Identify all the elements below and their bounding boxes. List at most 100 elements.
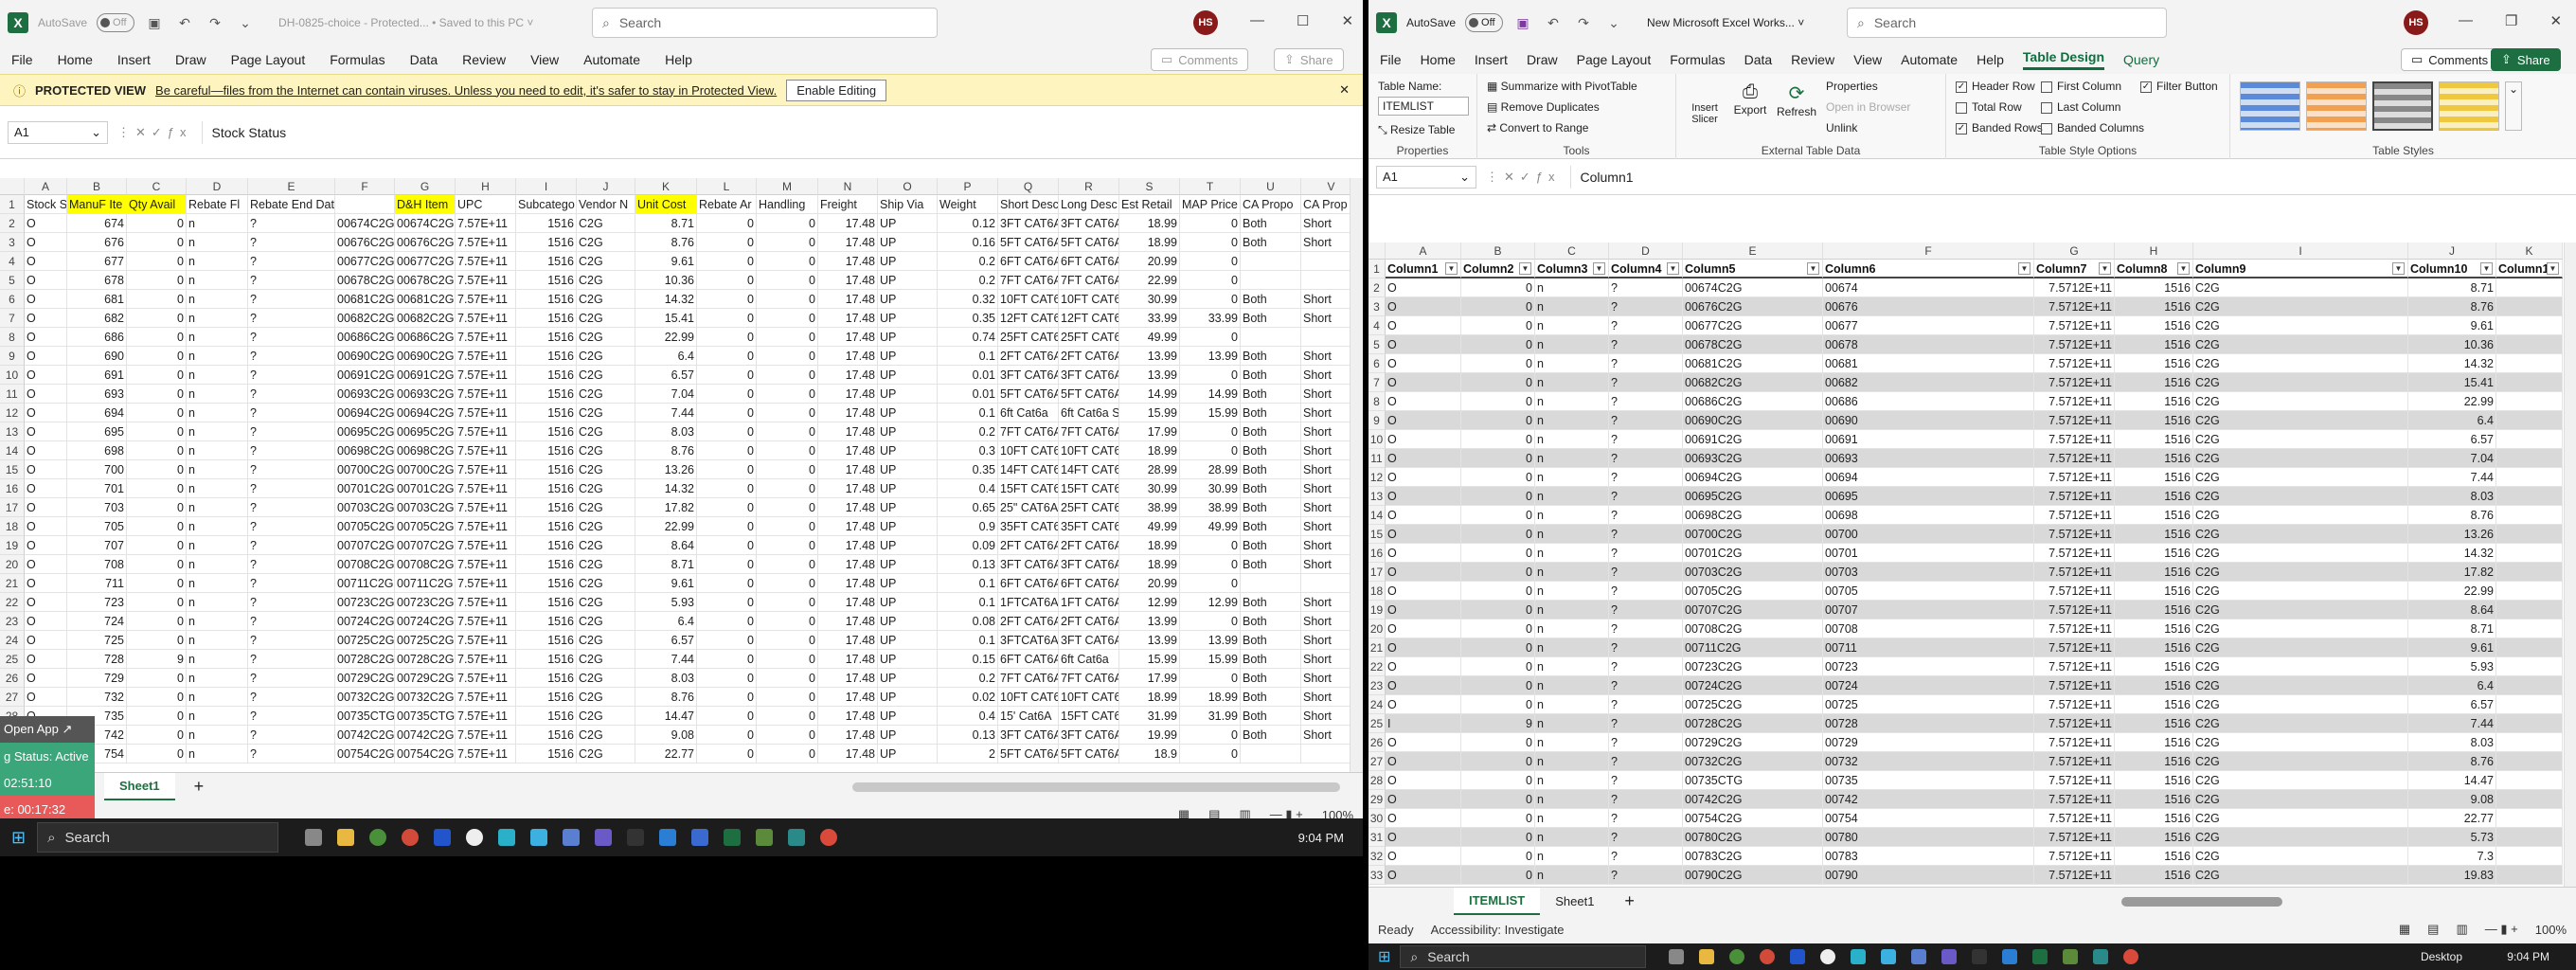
table-cell[interactable]: 0 bbox=[1461, 695, 1535, 714]
table-cell[interactable]: 701 bbox=[67, 479, 127, 498]
table-cell[interactable]: 15FT CAT6 bbox=[1059, 707, 1119, 726]
table-cell[interactable]: C2G bbox=[2193, 790, 2408, 809]
left-grid[interactable]: ABCDEFGHIJKLMNOPQRSTUV1Stock StatManuF I… bbox=[0, 178, 1350, 786]
table-cell[interactable]: O bbox=[1386, 525, 1461, 544]
table-cell[interactable]: 6.57 bbox=[635, 366, 697, 385]
column-header[interactable]: R bbox=[1059, 178, 1119, 195]
table-cell[interactable]: 00690 bbox=[1823, 411, 2034, 430]
table-cell[interactable]: 5.93 bbox=[635, 593, 697, 612]
table-cell[interactable]: 1516 bbox=[516, 214, 577, 233]
table-cell[interactable]: 1516 bbox=[2115, 657, 2193, 676]
table-cell[interactable]: 681 bbox=[67, 290, 127, 309]
table-cell[interactable]: 00703C2G bbox=[395, 498, 456, 517]
table-cell[interactable]: 17.48 bbox=[818, 612, 878, 631]
table-cell[interactable] bbox=[2496, 601, 2563, 620]
table-cell[interactable]: 8.76 bbox=[635, 233, 697, 252]
table-cell[interactable]: 0 bbox=[127, 479, 187, 498]
table-cell[interactable]: O bbox=[25, 271, 67, 290]
table-cell[interactable]: 00694C2G bbox=[395, 404, 456, 422]
table-cell[interactable]: 703 bbox=[67, 498, 127, 517]
row-header[interactable]: 13 bbox=[1368, 487, 1386, 506]
table-cell[interactable]: ? bbox=[248, 366, 335, 385]
table-cell[interactable]: 7.5712E+11 bbox=[2034, 316, 2115, 335]
menu-draw[interactable]: Draw bbox=[175, 52, 206, 67]
table-cell[interactable]: 0 bbox=[1180, 252, 1241, 271]
row-header[interactable]: 25 bbox=[0, 650, 25, 669]
table-cell[interactable]: 7FT CAT6A bbox=[998, 669, 1059, 688]
table-cell[interactable]: 00723C2G bbox=[395, 593, 456, 612]
column-header[interactable]: B bbox=[1461, 242, 1535, 260]
table-cell[interactable]: 711 bbox=[67, 574, 127, 593]
table-cell[interactable]: ? bbox=[248, 214, 335, 233]
table-cell[interactable] bbox=[2496, 487, 2563, 506]
table-cell[interactable]: 7.44 bbox=[635, 404, 697, 422]
table-cell[interactable]: 00686 bbox=[1823, 392, 2034, 411]
table-cell[interactable]: ? bbox=[1609, 790, 1683, 809]
table-cell[interactable]: 7.57E+11 bbox=[456, 612, 516, 631]
column-header[interactable]: A bbox=[25, 178, 67, 195]
table-cell[interactable]: n bbox=[1535, 676, 1609, 695]
sheet-tab-sheet1[interactable]: Sheet1 bbox=[1540, 888, 1609, 916]
table-cell[interactable]: n bbox=[187, 536, 248, 555]
table-cell[interactable]: C2G bbox=[577, 745, 635, 763]
table-cell[interactable]: UP bbox=[878, 385, 938, 404]
table-cell[interactable]: 18.99 bbox=[1119, 214, 1180, 233]
table-cell[interactable]: C2G bbox=[577, 271, 635, 290]
table-cell[interactable]: 0 bbox=[697, 441, 757, 460]
table-cell[interactable]: 0 bbox=[757, 669, 818, 688]
checkbox-icon[interactable]: ✓ bbox=[1956, 81, 1967, 93]
table-cell[interactable]: n bbox=[1535, 563, 1609, 582]
table-cell[interactable]: 00694C2G bbox=[1683, 468, 1823, 487]
right-grid[interactable]: A B C D E F G H I J K 1 Column1 ▼ Column2 ▼ Column3 ▼ Colu… bbox=[1368, 242, 2564, 887]
table-cell[interactable]: C2G bbox=[2193, 676, 2408, 695]
table-cell[interactable]: 7.57E+11 bbox=[456, 707, 516, 726]
table-cell[interactable]: 00676C2G bbox=[335, 233, 395, 252]
table-cell[interactable]: 14.32 bbox=[635, 479, 697, 498]
header-cell[interactable]: Rebate Fl bbox=[187, 195, 248, 214]
table-cell[interactable]: ? bbox=[248, 441, 335, 460]
filter-dropdown-icon[interactable]: ▼ bbox=[1807, 262, 1819, 275]
table-cell[interactable]: 13.99 bbox=[1180, 631, 1241, 650]
table-cell[interactable]: 00701C2G bbox=[1683, 544, 1823, 563]
table-cell[interactable]: 690 bbox=[67, 347, 127, 366]
style-swatch-yellow[interactable] bbox=[2439, 81, 2499, 131]
table-cell[interactable]: 1516 bbox=[2115, 335, 2193, 354]
table-cell[interactable]: 1516 bbox=[2115, 676, 2193, 695]
table-cell[interactable]: 8.76 bbox=[635, 441, 697, 460]
table-cell[interactable]: 1516 bbox=[2115, 487, 2193, 506]
table-cell[interactable]: UP bbox=[878, 252, 938, 271]
table-cell[interactable]: UP bbox=[878, 669, 938, 688]
table-cell[interactable] bbox=[2496, 316, 2563, 335]
menu-data[interactable]: Data bbox=[1744, 52, 1773, 67]
table-cell[interactable]: 00693 bbox=[1823, 449, 2034, 468]
table-cell[interactable]: O bbox=[25, 498, 67, 517]
row-header[interactable]: 28 bbox=[1368, 771, 1386, 790]
table-cell[interactable]: 0 bbox=[757, 271, 818, 290]
table-cell[interactable]: 0 bbox=[127, 726, 187, 745]
table-cell[interactable]: 00754C2G bbox=[335, 745, 395, 763]
table-cell[interactable]: 00707C2G bbox=[1683, 601, 1823, 620]
table-cell[interactable]: 15FT CAT6 bbox=[1059, 479, 1119, 498]
table-cell[interactable] bbox=[2496, 563, 2563, 582]
table-cell[interactable]: n bbox=[1535, 354, 1609, 373]
table-cell[interactable]: 8.71 bbox=[2408, 278, 2496, 297]
formula-input[interactable]: Stock Status bbox=[201, 120, 1363, 144]
table-cell[interactable]: 00676C2G bbox=[395, 233, 456, 252]
style-swatch-blue[interactable] bbox=[2240, 81, 2300, 131]
table-cell[interactable]: O bbox=[1386, 392, 1461, 411]
redo-icon[interactable]: ↷ bbox=[205, 12, 225, 33]
table-cell[interactable]: O bbox=[25, 631, 67, 650]
row-header[interactable]: 4 bbox=[1368, 316, 1386, 335]
table-cell[interactable]: n bbox=[187, 498, 248, 517]
table-cell[interactable] bbox=[2496, 638, 2563, 657]
table-cell[interactable]: 1516 bbox=[516, 328, 577, 347]
table-cell[interactable]: 9.61 bbox=[2408, 316, 2496, 335]
table-cell[interactable]: 7.5712E+11 bbox=[2034, 411, 2115, 430]
row-header[interactable]: 26 bbox=[1368, 733, 1386, 752]
table-cell[interactable]: 9.61 bbox=[635, 252, 697, 271]
table-cell[interactable]: ? bbox=[1609, 601, 1683, 620]
row-header[interactable]: 3 bbox=[1368, 297, 1386, 316]
table-cell[interactable]: 17.48 bbox=[818, 309, 878, 328]
table-cell[interactable]: 3FT CAT6A bbox=[998, 555, 1059, 574]
table-cell[interactable]: n bbox=[1535, 657, 1609, 676]
